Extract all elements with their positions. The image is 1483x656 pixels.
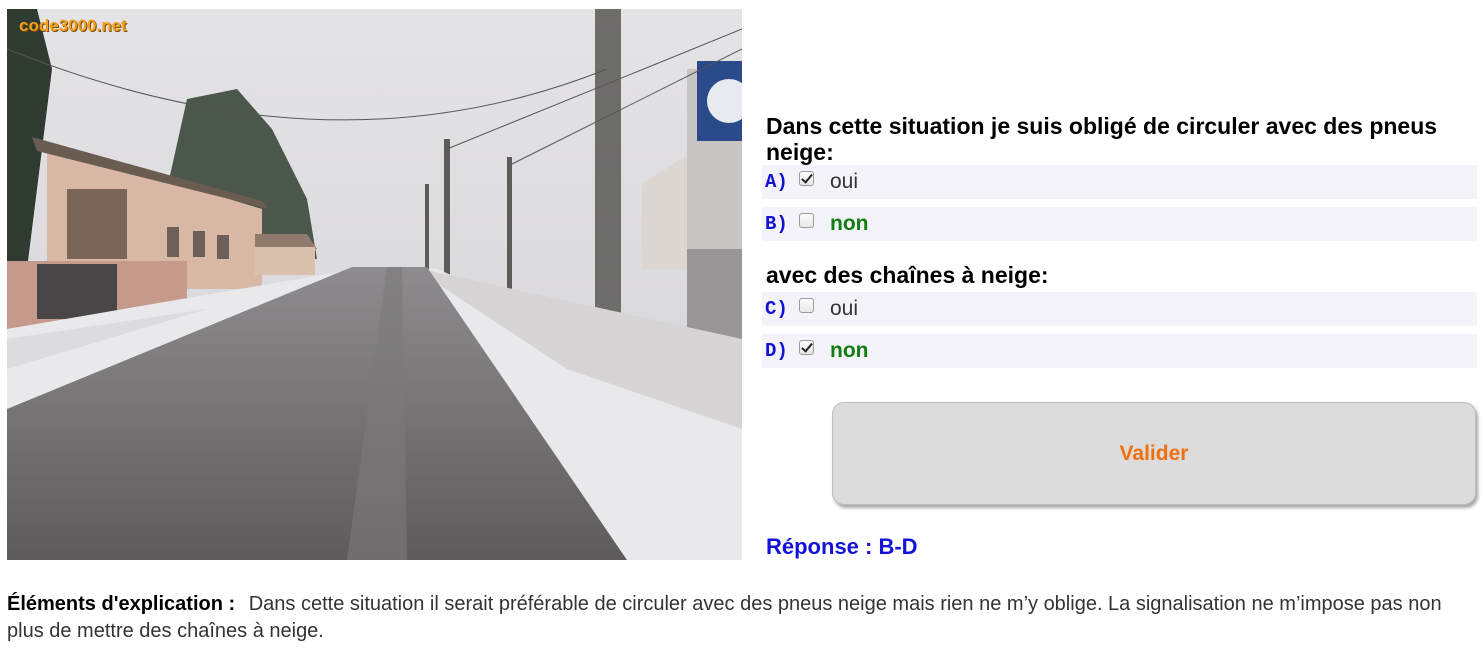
option-c-row[interactable]: C) oui	[762, 292, 1477, 326]
snowy-road-image	[7, 9, 742, 560]
watermark-text: code3000.net	[19, 16, 127, 35]
option-c-checkbox[interactable]	[799, 297, 814, 313]
option-c-label: oui	[830, 297, 859, 320]
option-b-letter: B)	[765, 213, 788, 235]
option-a-label: oui	[830, 170, 859, 193]
answer-text: Réponse : B-D	[766, 534, 918, 559]
validate-button[interactable]: Valider	[832, 402, 1476, 505]
option-d-label: non	[830, 339, 869, 362]
question-1-text: Dans cette situation je suis obligé de c…	[766, 113, 1438, 165]
option-d-row[interactable]: D) non	[762, 334, 1477, 368]
option-d-checkbox[interactable]	[799, 339, 814, 355]
explanation-label: Éléments d'explication :	[7, 593, 236, 615]
option-d-letter: D)	[765, 340, 788, 362]
option-b-row[interactable]: B) non	[762, 207, 1477, 241]
option-c-letter: C)	[765, 298, 788, 320]
question-2-text: avec des chaînes à neige:	[766, 262, 1049, 288]
option-b-label: non	[830, 212, 869, 235]
option-a-row[interactable]: A) oui	[762, 165, 1477, 199]
option-b-checkbox[interactable]	[799, 212, 814, 228]
option-a-letter: A)	[765, 171, 788, 193]
option-a-checkbox[interactable]	[799, 170, 814, 186]
explanation-block: Éléments d'explication : Dans cette situ…	[7, 591, 1477, 645]
question-photo: code3000.net	[7, 9, 742, 560]
